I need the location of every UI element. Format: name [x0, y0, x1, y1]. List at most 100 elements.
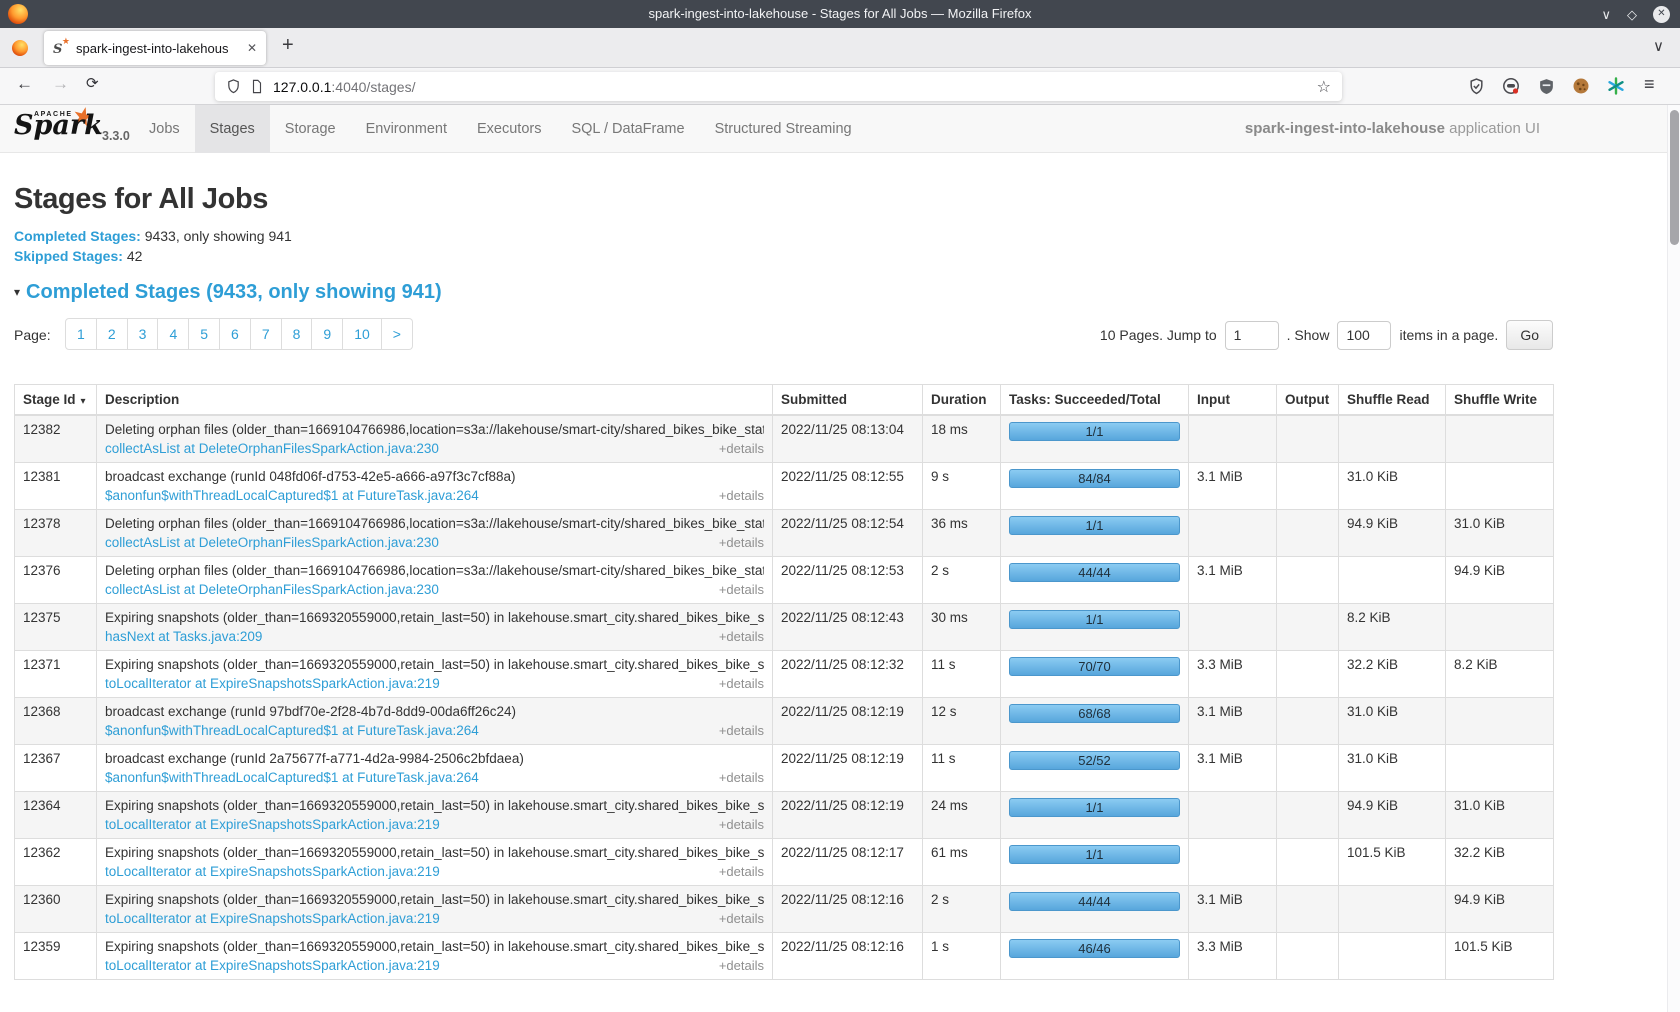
column-header-stage-id[interactable]: Stage Id▾ [15, 385, 97, 416]
stage-callsite-link[interactable]: collectAsList at DeleteOrphanFilesSparkA… [105, 441, 439, 456]
stage-callsite-link[interactable]: toLocalIterator at ExpireSnapshotsSparkA… [105, 817, 440, 832]
window-close-button[interactable]: ✕ [1653, 6, 1670, 23]
page-10-button[interactable]: 10 [343, 318, 382, 350]
bookmark-star-icon[interactable]: ☆ [1317, 77, 1331, 97]
details-toggle[interactable]: +details [719, 582, 764, 597]
stage-callsite-link[interactable]: collectAsList at DeleteOrphanFilesSparkA… [105, 535, 439, 550]
stages-table: Stage Id▾DescriptionSubmittedDurationTas… [14, 384, 1554, 980]
output-cell [1277, 792, 1339, 839]
stage-description: Expiring snapshots (older_than=166932055… [105, 845, 764, 860]
details-toggle[interactable]: +details [719, 535, 764, 550]
details-toggle[interactable]: +details [719, 911, 764, 926]
application-ui-label: spark-ingest-into-lakehouse application … [1245, 105, 1540, 153]
submitted-cell: 2022/11/25 08:12:32 [773, 651, 923, 698]
jump-to-page-input[interactable] [1225, 321, 1279, 350]
nav-item-sql-dataframe[interactable]: SQL / DataFrame [556, 105, 699, 153]
page-8-button[interactable]: 8 [282, 318, 313, 350]
stage-callsite-link[interactable]: toLocalIterator at ExpireSnapshotsSparkA… [105, 864, 440, 879]
column-header-shuffle-read[interactable]: Shuffle Read [1339, 385, 1446, 416]
url-bar[interactable]: 127.0.0.1:4040/stages/ ☆ [215, 72, 1342, 101]
stage-callsite-link[interactable]: $anonfun$withThreadLocalCaptured$1 at Fu… [105, 770, 479, 785]
column-header-description[interactable]: Description [97, 385, 773, 416]
stage-callsite-link[interactable]: collectAsList at DeleteOrphanFilesSparkA… [105, 582, 439, 597]
forward-button[interactable]: → [52, 75, 69, 92]
details-toggle[interactable]: +details [719, 958, 764, 973]
details-toggle[interactable]: +details [719, 864, 764, 879]
nav-item-executors[interactable]: Executors [462, 105, 556, 153]
shield-check-extension-icon[interactable] [1466, 76, 1486, 96]
page-7-button[interactable]: 7 [251, 318, 282, 350]
tab-close-icon[interactable]: ✕ [247, 41, 257, 55]
page-info-icon[interactable] [250, 79, 264, 94]
details-toggle[interactable]: +details [719, 723, 764, 738]
starburst-extension-icon[interactable] [1606, 76, 1626, 96]
tasks-progress-bar: 1/1 [1009, 845, 1180, 864]
stage-callsite-link[interactable]: toLocalIterator at ExpireSnapshotsSparkA… [105, 676, 440, 691]
page-9-button[interactable]: 9 [312, 318, 343, 350]
browser-tab[interactable]: S ★ spark-ingest-into-lakehous ✕ [44, 31, 266, 65]
stage-callsite-link[interactable]: hasNext at Tasks.java:209 [105, 629, 262, 644]
shuffle-write-cell: 32.2 KiB [1446, 839, 1554, 886]
page-next-button[interactable]: > [382, 318, 413, 350]
nav-item-jobs[interactable]: Jobs [134, 105, 195, 153]
window-maximize-button[interactable]: ◇ [1627, 8, 1637, 21]
stage-callsite-link[interactable]: toLocalIterator at ExpireSnapshotsSparkA… [105, 911, 440, 926]
shuffle-read-cell [1339, 933, 1446, 980]
completed-stages-section-header[interactable]: ▾Completed Stages (9433, only showing 94… [14, 281, 1553, 304]
column-header-tasks-succeeded-total[interactable]: Tasks: Succeeded/Total [1001, 385, 1189, 416]
description-cell: Expiring snapshots (older_than=166932055… [97, 886, 773, 933]
tabs-dropdown-icon[interactable]: ∨ [1653, 37, 1664, 55]
nav-item-storage[interactable]: Storage [270, 105, 351, 153]
stage-callsite-link[interactable]: $anonfun$withThreadLocalCaptured$1 at Fu… [105, 723, 479, 738]
stage-id-cell: 12378 [15, 510, 97, 557]
stage-description: Expiring snapshots (older_than=166932055… [105, 939, 764, 954]
skipped-stages-link[interactable]: Skipped Stages: [14, 248, 123, 264]
column-header-duration[interactable]: Duration [923, 385, 1001, 416]
menu-icon[interactable]: ≡ [1644, 74, 1655, 95]
column-header-shuffle-write[interactable]: Shuffle Write [1446, 385, 1554, 416]
page-5-button[interactable]: 5 [189, 318, 220, 350]
stage-description: broadcast exchange (runId 048fd06f-d753-… [105, 469, 764, 484]
output-cell [1277, 415, 1339, 463]
column-header-output[interactable]: Output [1277, 385, 1339, 416]
page-2-button[interactable]: 2 [97, 318, 128, 350]
page-6-button[interactable]: 6 [220, 318, 251, 350]
details-toggle[interactable]: +details [719, 629, 764, 644]
cookie-extension-icon[interactable] [1571, 76, 1591, 96]
duration-cell: 2 s [923, 886, 1001, 933]
reload-button[interactable]: ⟳ [86, 76, 99, 91]
spark-version: 3.3.0 [102, 129, 130, 143]
spark-logo[interactable]: APACHE ★ Spark 3.3.0 [12, 106, 134, 152]
details-toggle[interactable]: +details [719, 441, 764, 456]
items-per-page-input[interactable] [1337, 321, 1391, 350]
details-toggle[interactable]: +details [719, 770, 764, 785]
pagination-list: 12345678910> [65, 318, 413, 350]
nav-item-stages[interactable]: Stages [195, 105, 270, 153]
stage-callsite-link[interactable]: toLocalIterator at ExpireSnapshotsSparkA… [105, 958, 440, 973]
tasks-cell: 84/84 [1001, 463, 1189, 510]
column-header-submitted[interactable]: Submitted [773, 385, 923, 416]
page-scrollbar[interactable] [1667, 105, 1680, 1012]
nav-item-structured-streaming[interactable]: Structured Streaming [700, 105, 867, 153]
stage-callsite-link[interactable]: $anonfun$withThreadLocalCaptured$1 at Fu… [105, 488, 479, 503]
window-minimize-button[interactable]: ∨ [1601, 8, 1611, 21]
completed-stages-link[interactable]: Completed Stages: [14, 228, 141, 244]
details-toggle[interactable]: +details [719, 817, 764, 832]
page-1-button[interactable]: 1 [65, 318, 97, 350]
new-tab-button[interactable]: + [282, 34, 294, 57]
page-4-button[interactable]: 4 [158, 318, 189, 350]
scrollbar-thumb[interactable] [1670, 110, 1679, 245]
duration-cell: 18 ms [923, 415, 1001, 463]
go-button[interactable]: Go [1506, 320, 1553, 350]
ublock-extension-icon[interactable] [1536, 76, 1556, 96]
mask-extension-icon[interactable] [1501, 76, 1521, 96]
stage-description: broadcast exchange (runId 97bdf70e-2f28-… [105, 704, 764, 719]
details-toggle[interactable]: +details [719, 676, 764, 691]
page-3-button[interactable]: 3 [128, 318, 159, 350]
back-button[interactable]: ← [16, 75, 33, 92]
shield-icon[interactable] [226, 79, 241, 94]
column-header-input[interactable]: Input [1189, 385, 1277, 416]
nav-item-environment[interactable]: Environment [351, 105, 462, 153]
table-row: 12382 Deleting orphan files (older_than=… [15, 415, 1554, 463]
details-toggle[interactable]: +details [719, 488, 764, 503]
